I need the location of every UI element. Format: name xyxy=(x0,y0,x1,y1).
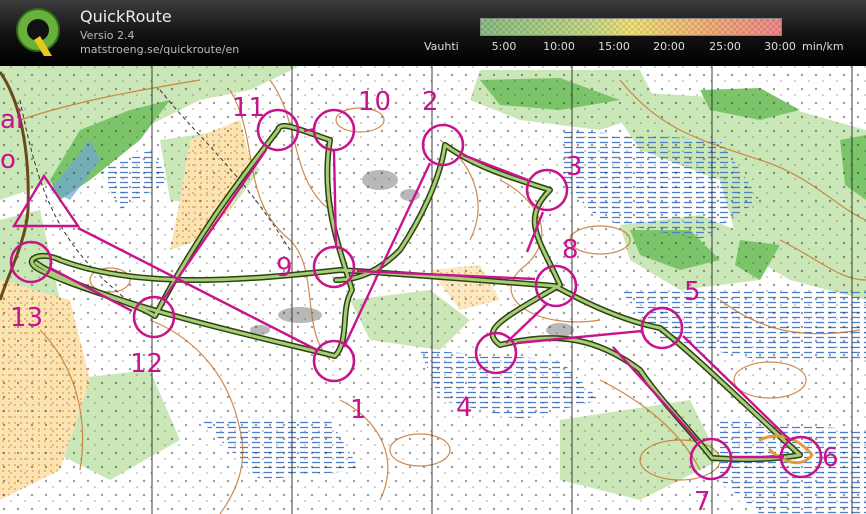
app-version: Versio 2.4 xyxy=(80,29,135,42)
quickroute-logo-icon xyxy=(16,8,60,56)
pace-tick-10: 10:00 xyxy=(543,40,575,53)
control-number-4: 4 xyxy=(456,393,473,423)
control-number-6: 6 xyxy=(822,443,839,473)
header-bar: QuickRoute Versio 2.4 matstroeng.se/quic… xyxy=(0,0,866,66)
control-number-9: 9 xyxy=(276,253,293,283)
orienteering-map[interactable]: 1 2 3 4 5 6 7 8 9 10 11 12 13 ai o xyxy=(0,66,866,514)
pace-tick-30: 30:00 xyxy=(764,40,796,53)
control-number-2: 2 xyxy=(422,87,439,117)
pace-legend-label: Vauhti xyxy=(424,40,459,53)
control-number-7: 7 xyxy=(694,487,711,514)
map-edge-text-2: o xyxy=(0,145,16,175)
control-number-10: 10 xyxy=(358,87,391,117)
pace-tick-20: 20:00 xyxy=(653,40,685,53)
pace-tick-15: 15:00 xyxy=(598,40,630,53)
pace-color-scale xyxy=(480,18,782,36)
control-number-3: 3 xyxy=(566,152,583,182)
control-number-11: 11 xyxy=(232,93,265,123)
map-edge-text-1: ai xyxy=(0,105,23,135)
pace-unit: min/km xyxy=(802,40,844,53)
pace-legend: Vauhti 5:00 10:00 15:00 20:00 25:00 30:0… xyxy=(420,16,860,60)
app-title: QuickRoute xyxy=(80,7,172,26)
control-number-1: 1 xyxy=(350,395,367,425)
control-number-12: 12 xyxy=(130,349,163,379)
pace-tick-5: 5:00 xyxy=(491,40,517,53)
control-number-13: 13 xyxy=(10,303,43,333)
control-number-8: 8 xyxy=(562,235,579,265)
boulder-pattern xyxy=(0,66,866,514)
pace-tick-25: 25:00 xyxy=(709,40,741,53)
control-number-5: 5 xyxy=(684,277,701,307)
quickroute-window: QuickRoute Versio 2.4 matstroeng.se/quic… xyxy=(0,0,866,514)
app-url: matstroeng.se/quickroute/en xyxy=(80,43,240,56)
